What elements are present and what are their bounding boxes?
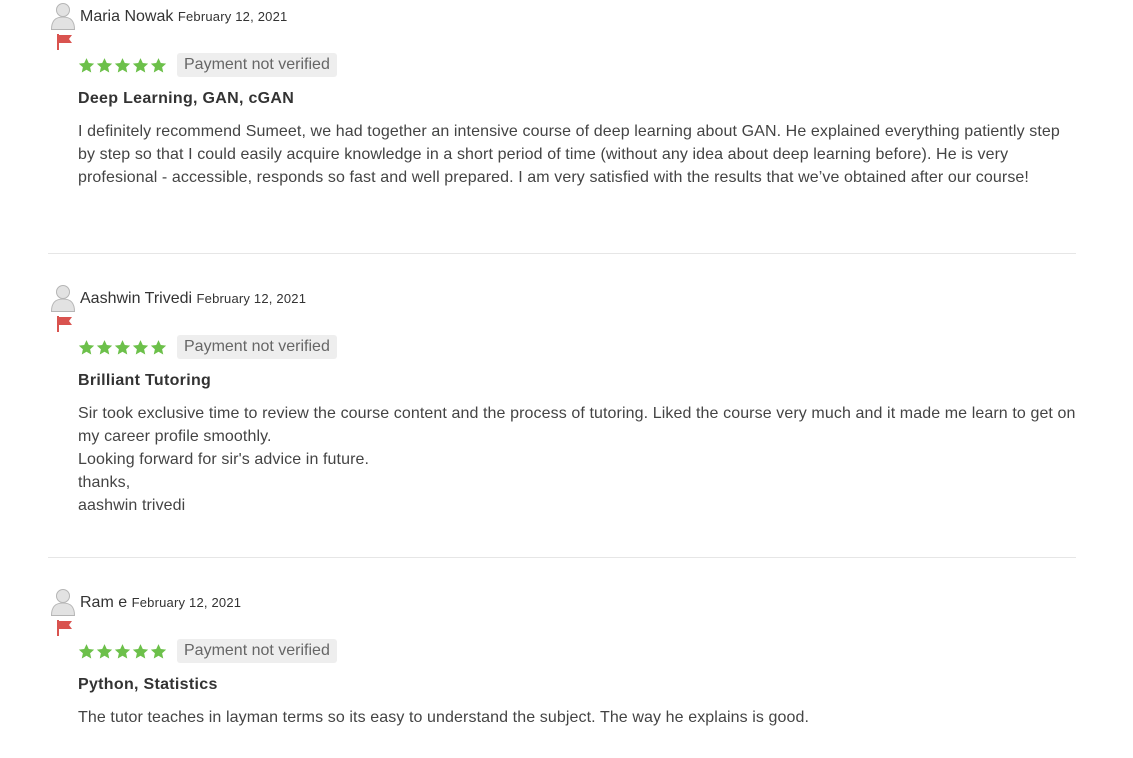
review-text: aashwin trivedi xyxy=(78,497,186,514)
payment-status-badge: Payment not verified xyxy=(177,639,337,663)
star-icon xyxy=(114,339,131,355)
star-icon xyxy=(114,643,131,659)
rating-row: Payment not verified xyxy=(78,335,337,359)
star-icon xyxy=(132,57,149,73)
rating-row: Payment not verified xyxy=(78,53,337,77)
report-flag-icon[interactable] xyxy=(56,34,74,50)
star-icon xyxy=(150,339,167,355)
review-body: The tutor teaches in layman terms so its… xyxy=(78,706,1078,729)
star-icon xyxy=(78,339,95,355)
reviewer-name[interactable]: Ram e xyxy=(80,594,127,611)
report-flag-icon[interactable] xyxy=(56,620,74,636)
payment-status-badge: Payment not verified xyxy=(177,53,337,77)
star-icon xyxy=(96,57,113,73)
review-date: February 12, 2021 xyxy=(131,595,242,610)
star-icon xyxy=(132,339,149,355)
star-rating xyxy=(78,643,167,660)
reviewer-name[interactable]: Maria Nowak xyxy=(80,8,173,25)
review-text: The tutor teaches in layman terms so its… xyxy=(78,709,810,726)
user-silhouette-icon xyxy=(50,3,76,30)
review-title: Deep Learning, GAN, cGAN xyxy=(78,90,295,107)
review-date: February 12, 2021 xyxy=(196,291,307,306)
review-title: Python, Statistics xyxy=(78,676,218,693)
review-text: Sir took exclusive time to review the co… xyxy=(78,405,1076,445)
review-text: Looking forward for sir's advice in futu… xyxy=(78,451,370,468)
reviewer-name[interactable]: Aashwin Trivedi xyxy=(80,290,192,307)
reviewer-line: Maria Nowak February 12, 2021 xyxy=(80,8,287,26)
review-text: thanks, xyxy=(78,474,131,491)
rating-row: Payment not verified xyxy=(78,639,337,663)
payment-status-badge: Payment not verified xyxy=(177,335,337,359)
star-icon xyxy=(78,57,95,73)
star-icon xyxy=(132,643,149,659)
reviews-list: Maria Nowak February 12, 2021 Payment no… xyxy=(48,0,1076,758)
star-icon xyxy=(96,339,113,355)
star-icon xyxy=(150,57,167,73)
star-icon xyxy=(150,643,167,659)
reviewer-line: Ram e February 12, 2021 xyxy=(80,594,241,612)
review-body: I definitely recommend Sumeet, we had to… xyxy=(78,120,1078,189)
user-silhouette-icon xyxy=(50,589,76,616)
star-rating xyxy=(78,339,167,356)
star-rating xyxy=(78,57,167,74)
user-silhouette-icon xyxy=(50,285,76,312)
review-item: Aashwin Trivedi February 12, 2021 Paymen… xyxy=(48,254,1076,558)
review-body: Sir took exclusive time to review the co… xyxy=(78,402,1078,517)
star-icon xyxy=(96,643,113,659)
star-icon xyxy=(114,57,131,73)
review-text: I definitely recommend Sumeet, we had to… xyxy=(78,123,1060,186)
review-item: Maria Nowak February 12, 2021 Payment no… xyxy=(48,0,1076,254)
review-item: Ram e February 12, 2021 Payment not veri… xyxy=(48,558,1076,758)
reviewer-line: Aashwin Trivedi February 12, 2021 xyxy=(80,290,306,308)
review-title: Brilliant Tutoring xyxy=(78,372,212,389)
review-date: February 12, 2021 xyxy=(177,9,288,24)
star-icon xyxy=(78,643,95,659)
report-flag-icon[interactable] xyxy=(56,316,74,332)
